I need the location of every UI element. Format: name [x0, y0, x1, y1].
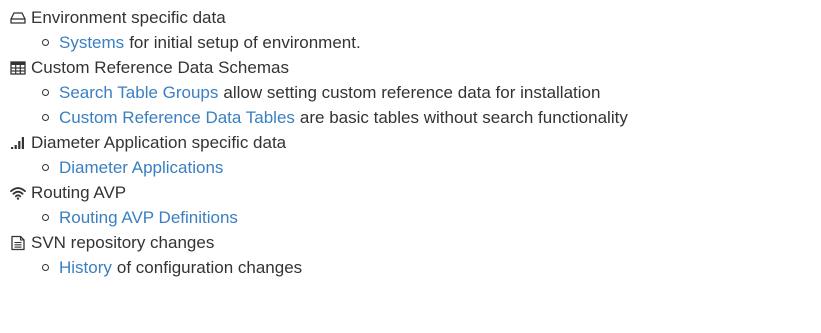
list-item: Diameter Applications: [42, 155, 821, 180]
list-item: Custom Reference Data Tables are basic t…: [42, 105, 821, 130]
section-svn-changes: SVN repository changes History of config…: [10, 230, 821, 280]
hdd-drive-icon: [10, 10, 26, 26]
feature-list: Environment specific data Systems for in…: [0, 0, 821, 280]
bullet-icon: [42, 264, 49, 271]
section-environment: Environment specific data Systems for in…: [10, 5, 821, 55]
item-description: allow setting custom reference data for …: [223, 83, 601, 102]
diameter-applications-link[interactable]: Diameter Applications: [59, 155, 223, 180]
search-table-groups-link[interactable]: Search Table Groups: [59, 80, 218, 105]
section-items: Systems for initial setup of environment…: [10, 30, 821, 55]
section-items: History of configuration changes: [10, 255, 821, 280]
bullet-icon: [42, 89, 49, 96]
item-description: are basic tables without search function…: [299, 108, 628, 127]
document-icon: [10, 235, 26, 251]
bullet-icon: [42, 214, 49, 221]
systems-link[interactable]: Systems: [59, 30, 124, 55]
list-item: Routing AVP Definitions: [42, 205, 821, 230]
list-item: Systems for initial setup of environment…: [42, 30, 821, 55]
section-title: Environment specific data: [31, 8, 226, 27]
section-items: Search Table Groups allow setting custom…: [10, 80, 821, 130]
section-items: Routing AVP Definitions: [10, 205, 821, 230]
item-description: for initial setup of environment.: [129, 33, 361, 52]
section-title: Custom Reference Data Schemas: [31, 58, 289, 77]
section-custom-reference-data: Custom Reference Data Schemas Search Tab…: [10, 55, 821, 130]
history-link[interactable]: History: [59, 255, 112, 280]
list-item: History of configuration changes: [42, 255, 821, 280]
signal-bars-icon: [10, 135, 26, 151]
section-diameter-application: Diameter Application specific data Diame…: [10, 130, 821, 180]
section-title: Routing AVP: [31, 183, 127, 202]
section-title: SVN repository changes: [31, 233, 215, 252]
table-grid-icon: [10, 60, 26, 76]
routing-avp-definitions-link[interactable]: Routing AVP Definitions: [59, 205, 238, 230]
bullet-icon: [42, 39, 49, 46]
section-routing-avp: Routing AVP Routing AVP Definitions: [10, 180, 821, 230]
bullet-icon: [42, 164, 49, 171]
item-description: of configuration changes: [116, 258, 303, 277]
bullet-icon: [42, 114, 49, 121]
section-title: Diameter Application specific data: [31, 133, 287, 152]
section-items: Diameter Applications: [10, 155, 821, 180]
wifi-icon: [10, 185, 26, 201]
list-item: Search Table Groups allow setting custom…: [42, 80, 821, 105]
custom-reference-data-tables-link[interactable]: Custom Reference Data Tables: [59, 105, 295, 130]
